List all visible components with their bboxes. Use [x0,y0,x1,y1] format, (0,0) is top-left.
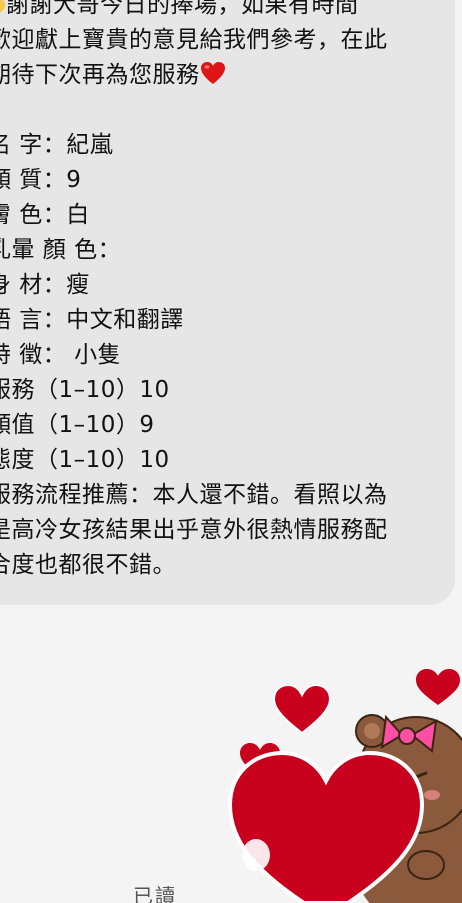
small-heart-icon [272,683,332,735]
detail-looks-score: 顏值（1–10）9 [0,412,155,438]
message-line-1: 謝謝大哥今日的捧場，如果有時間 [0,0,458,23]
detail-recommendation-2: 是高冷女孩結果出乎意外很熱情服務配 [0,517,388,543]
bear-hugging-heart-sticker[interactable] [226,655,462,903]
message-text: 謝謝大哥今日的捧場，如果有時間 歡迎獻上寶貴的意見給我們參考，在此 期待下次再為… [0,0,458,583]
detail-language: 語 言：中文和翻譯 [0,307,184,333]
small-heart-icon [416,669,460,705]
message-line-3: 期待下次再為您服務 [0,58,458,93]
detail-features: 特 徵： 小隻 [0,342,122,368]
read-receipt: 已讀 [133,884,177,903]
detail-recommendation-1: 服務流程推薦：本人還不錯。看照以為 [0,482,388,508]
detail-skin: 膚 色：白 [0,202,90,228]
detail-name: 名 字：紀嵐 [0,132,114,158]
detail-body: 身 材：瘦 [0,272,90,298]
detail-service-score: 服務（1–10）10 [0,377,170,403]
red-heart-icon [200,62,225,84]
detail-looks: 顏 質：9 [0,167,82,193]
detail-areola-color: 乳暈 顏 色： [0,237,122,263]
detail-attitude-score: 態度（1–10）10 [0,447,170,473]
message-spacer [0,93,458,128]
message-line-2: 歡迎獻上寶貴的意見給我們參考，在此 [0,27,388,53]
detail-recommendation-3: 合度也都很不錯。 [0,552,176,578]
chat-screen: 謝謝大哥今日的捧場，如果有時間 歡迎獻上寶貴的意見給我們參考，在此 期待下次再為… [0,0,462,903]
